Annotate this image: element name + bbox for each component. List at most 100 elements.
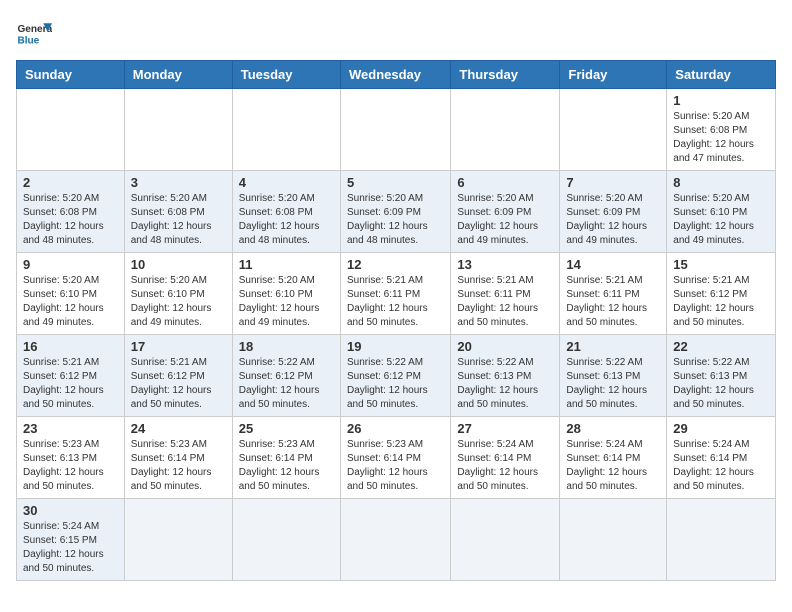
calendar-cell: 24Sunrise: 5:23 AM Sunset: 6:14 PM Dayli… <box>124 417 232 499</box>
calendar-header-thursday: Thursday <box>451 61 560 89</box>
day-info: Sunrise: 5:23 AM Sunset: 6:13 PM Dayligh… <box>23 438 118 494</box>
day-info: Sunrise: 5:20 AM Sunset: 6:08 PM Dayligh… <box>131 192 226 248</box>
day-info: Sunrise: 5:22 AM Sunset: 6:12 PM Dayligh… <box>347 356 444 412</box>
calendar-cell: 8 Sunrise: 5:20 AM Sunset: 6:10 PM Daylig… <box>667 171 776 253</box>
calendar-cell: 23 Sunrise: 5:23 AM Sunset: 6:13 PM Dayli… <box>17 417 125 499</box>
calendar-week-row: 23 Sunrise: 5:23 AM Sunset: 6:13 PM Dayli… <box>17 417 776 499</box>
calendar-week-row: 2 Sunrise: 5:20 AM Sunset: 6:08 PM Daylig… <box>17 171 776 253</box>
day-number: 8 <box>673 175 769 190</box>
calendar-cell: 17 Sunrise: 5:21 AM Sunset: 6:12 PM Dayli… <box>124 335 232 417</box>
day-number: 6 <box>457 175 553 190</box>
day-info: Sunrise: 5:24 AM Sunset: 6:14 PM Dayligh… <box>673 438 769 494</box>
day-number: 27 <box>457 421 553 436</box>
calendar-header-row: SundayMondayTuesdayWednesdayThursdayFrid… <box>17 61 776 89</box>
day-number: 28 <box>566 421 660 436</box>
calendar-cell <box>232 499 340 581</box>
day-info: Sunrise: 5:21 AM Sunset: 6:12 PM Dayligh… <box>673 274 769 330</box>
day-number: 17 <box>131 339 226 354</box>
calendar-cell <box>124 499 232 581</box>
calendar-cell: 11Sunrise: 5:20 AM Sunset: 6:10 PM Dayli… <box>232 253 340 335</box>
day-number: 9 <box>23 257 118 272</box>
calendar-cell: 14 Sunrise: 5:21 AM Sunset: 6:11 PM Dayli… <box>560 253 667 335</box>
day-number: 4 <box>239 175 334 190</box>
calendar-cell: 15 Sunrise: 5:21 AM Sunset: 6:12 PM Dayli… <box>667 253 776 335</box>
day-info: Sunrise: 5:20 AM Sunset: 6:08 PM Dayligh… <box>673 110 769 166</box>
calendar-cell <box>667 499 776 581</box>
svg-text:Blue: Blue <box>17 35 39 46</box>
calendar-cell: 16Sunrise: 5:21 AM Sunset: 6:12 PM Dayli… <box>17 335 125 417</box>
calendar-header-saturday: Saturday <box>667 61 776 89</box>
day-info: Sunrise: 5:22 AM Sunset: 6:13 PM Dayligh… <box>457 356 553 412</box>
day-info: Sunrise: 5:20 AM Sunset: 6:09 PM Dayligh… <box>347 192 444 248</box>
day-info: Sunrise: 5:23 AM Sunset: 6:14 PM Dayligh… <box>239 438 334 494</box>
day-number: 10 <box>131 257 226 272</box>
day-info: Sunrise: 5:20 AM Sunset: 6:09 PM Dayligh… <box>457 192 553 248</box>
day-info: Sunrise: 5:20 AM Sunset: 6:10 PM Dayligh… <box>131 274 226 330</box>
day-info: Sunrise: 5:22 AM Sunset: 6:13 PM Dayligh… <box>566 356 660 412</box>
calendar-cell <box>340 499 450 581</box>
calendar-week-row: 16Sunrise: 5:21 AM Sunset: 6:12 PM Dayli… <box>17 335 776 417</box>
day-info: Sunrise: 5:23 AM Sunset: 6:14 PM Dayligh… <box>131 438 226 494</box>
calendar-cell <box>17 89 125 171</box>
day-number: 7 <box>566 175 660 190</box>
calendar-cell: 25 Sunrise: 5:23 AM Sunset: 6:14 PM Dayli… <box>232 417 340 499</box>
calendar-header-sunday: Sunday <box>17 61 125 89</box>
calendar-header-monday: Monday <box>124 61 232 89</box>
day-info: Sunrise: 5:20 AM Sunset: 6:10 PM Dayligh… <box>23 274 118 330</box>
day-number: 29 <box>673 421 769 436</box>
calendar-week-row: 30 Sunrise: 5:24 AM Sunset: 6:15 PM Dayli… <box>17 499 776 581</box>
day-info: Sunrise: 5:24 AM Sunset: 6:14 PM Dayligh… <box>566 438 660 494</box>
logo-icon: General Blue <box>16 16 52 52</box>
day-number: 14 <box>566 257 660 272</box>
day-info: Sunrise: 5:20 AM Sunset: 6:08 PM Dayligh… <box>239 192 334 248</box>
calendar-header-friday: Friday <box>560 61 667 89</box>
day-number: 30 <box>23 503 118 518</box>
calendar-cell: 3 Sunrise: 5:20 AM Sunset: 6:08 PM Daylig… <box>124 171 232 253</box>
calendar-week-row: 1 Sunrise: 5:20 AM Sunset: 6:08 PM Daylig… <box>17 89 776 171</box>
calendar-cell: 6 Sunrise: 5:20 AM Sunset: 6:09 PM Daylig… <box>451 171 560 253</box>
day-info: Sunrise: 5:24 AM Sunset: 6:15 PM Dayligh… <box>23 520 118 576</box>
day-info: Sunrise: 5:20 AM Sunset: 6:08 PM Dayligh… <box>23 192 118 248</box>
calendar-cell: 28 Sunrise: 5:24 AM Sunset: 6:14 PM Dayli… <box>560 417 667 499</box>
day-number: 15 <box>673 257 769 272</box>
calendar-cell: 30 Sunrise: 5:24 AM Sunset: 6:15 PM Dayli… <box>17 499 125 581</box>
day-number: 25 <box>239 421 334 436</box>
calendar-table: SundayMondayTuesdayWednesdayThursdayFrid… <box>16 60 776 581</box>
calendar-cell <box>340 89 450 171</box>
day-number: 21 <box>566 339 660 354</box>
calendar-cell: 9 Sunrise: 5:20 AM Sunset: 6:10 PM Daylig… <box>17 253 125 335</box>
day-info: Sunrise: 5:21 AM Sunset: 6:12 PM Dayligh… <box>131 356 226 412</box>
calendar-cell: 4 Sunrise: 5:20 AM Sunset: 6:08 PM Daylig… <box>232 171 340 253</box>
calendar-cell: 20 Sunrise: 5:22 AM Sunset: 6:13 PM Dayli… <box>451 335 560 417</box>
calendar-header-tuesday: Tuesday <box>232 61 340 89</box>
day-number: 20 <box>457 339 553 354</box>
day-info: Sunrise: 5:24 AM Sunset: 6:14 PM Dayligh… <box>457 438 553 494</box>
calendar-cell <box>560 89 667 171</box>
day-info: Sunrise: 5:23 AM Sunset: 6:14 PM Dayligh… <box>347 438 444 494</box>
day-info: Sunrise: 5:22 AM Sunset: 6:13 PM Dayligh… <box>673 356 769 412</box>
day-number: 2 <box>23 175 118 190</box>
day-number: 3 <box>131 175 226 190</box>
calendar-cell: 12Sunrise: 5:21 AM Sunset: 6:11 PM Dayli… <box>340 253 450 335</box>
day-info: Sunrise: 5:22 AM Sunset: 6:12 PM Dayligh… <box>239 356 334 412</box>
calendar-cell: 2 Sunrise: 5:20 AM Sunset: 6:08 PM Daylig… <box>17 171 125 253</box>
calendar-cell <box>560 499 667 581</box>
day-number: 11 <box>239 257 334 272</box>
day-number: 12 <box>347 257 444 272</box>
day-number: 22 <box>673 339 769 354</box>
day-number: 23 <box>23 421 118 436</box>
day-info: Sunrise: 5:21 AM Sunset: 6:11 PM Dayligh… <box>566 274 660 330</box>
calendar-week-row: 9 Sunrise: 5:20 AM Sunset: 6:10 PM Daylig… <box>17 253 776 335</box>
calendar-cell <box>232 89 340 171</box>
calendar-header-wednesday: Wednesday <box>340 61 450 89</box>
calendar-cell: 21 Sunrise: 5:22 AM Sunset: 6:13 PM Dayli… <box>560 335 667 417</box>
calendar-cell: 10 Sunrise: 5:20 AM Sunset: 6:10 PM Dayli… <box>124 253 232 335</box>
calendar-cell: 1 Sunrise: 5:20 AM Sunset: 6:08 PM Daylig… <box>667 89 776 171</box>
calendar-cell: 13Sunrise: 5:21 AM Sunset: 6:11 PM Dayli… <box>451 253 560 335</box>
day-number: 1 <box>673 93 769 108</box>
calendar-cell: 5Sunrise: 5:20 AM Sunset: 6:09 PM Daylig… <box>340 171 450 253</box>
day-info: Sunrise: 5:20 AM Sunset: 6:10 PM Dayligh… <box>673 192 769 248</box>
day-info: Sunrise: 5:21 AM Sunset: 6:12 PM Dayligh… <box>23 356 118 412</box>
calendar-cell: 29 Sunrise: 5:24 AM Sunset: 6:14 PM Dayli… <box>667 417 776 499</box>
day-number: 19 <box>347 339 444 354</box>
